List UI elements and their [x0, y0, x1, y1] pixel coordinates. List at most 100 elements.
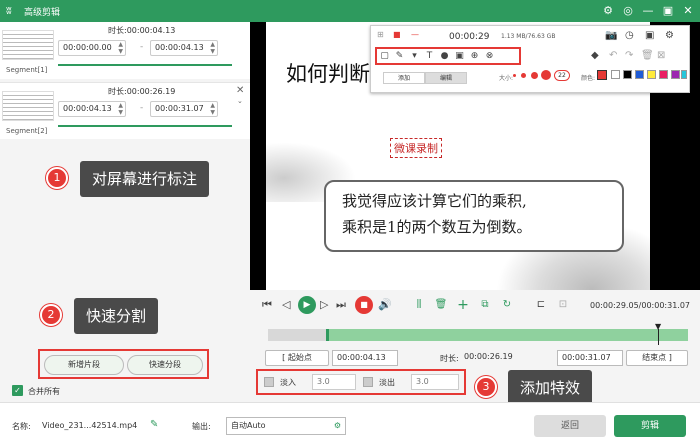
- range-dash: -: [140, 42, 144, 52]
- range-dash: -: [140, 103, 144, 113]
- font-size-value[interactable]: 22: [554, 70, 570, 81]
- add-segment-button[interactable]: 新增片段: [44, 355, 124, 375]
- segment-panel: Segment[1] 时长:00:00:04.13 00:00:00.00 ▲ ▼ …: [0, 22, 250, 402]
- briefcase-icon[interactable]: ▣: [645, 30, 654, 41]
- segment-item[interactable]: Segment[2] 时长:00:00:26.19 00:00:04.13 ▲ ▼ …: [0, 82, 250, 139]
- settings-icon[interactable]: ⚙: [665, 30, 674, 41]
- dropdown-icon[interactable]: ▾: [407, 49, 422, 63]
- start-point-button[interactable]: [ 起始点: [265, 350, 329, 366]
- annotation-tools-highlight: ▢ ✎ ▾ T ● ▣ ⊕ ⊗: [375, 47, 521, 65]
- color-swatch-white[interactable]: [611, 70, 620, 79]
- stop-button[interactable]: ■: [355, 296, 373, 314]
- spin-icon[interactable]: ▲ ▼: [118, 102, 123, 116]
- close-icon[interactable]: ✕: [236, 85, 244, 96]
- segment-item[interactable]: Segment[1] 时长:00:00:04.13 00:00:00.00 ▲ ▼ …: [0, 22, 250, 79]
- segment-start-input[interactable]: 00:00:00.00 ▲ ▼: [58, 40, 126, 56]
- size-dot-large[interactable]: [531, 72, 538, 79]
- image-tool-icon[interactable]: ▣: [452, 49, 467, 63]
- text-tool-icon[interactable]: T: [422, 49, 437, 63]
- start-time-field[interactable]: 00:00:04.13: [332, 350, 398, 366]
- marker-tool-icon[interactable]: ●: [437, 49, 452, 63]
- zoom-tool-icon[interactable]: ⊕: [467, 49, 482, 63]
- fade-in-input[interactable]: 3.0: [312, 374, 356, 390]
- pen-tool-icon[interactable]: ✎: [392, 49, 407, 63]
- tab-add[interactable]: 添加: [383, 72, 425, 84]
- fade-out-input[interactable]: 3.0: [411, 374, 459, 390]
- fit-icon[interactable]: ⊡: [556, 298, 570, 312]
- stop-record-icon[interactable]: ■: [393, 30, 401, 39]
- segment-progress: [58, 64, 232, 66]
- timeline-selection[interactable]: [326, 329, 688, 341]
- play-button[interactable]: ▶: [298, 296, 316, 314]
- copy-icon[interactable]: ⧉: [478, 298, 492, 312]
- callout-effects: 添加特效: [508, 370, 593, 406]
- maximize-button[interactable]: ▣: [660, 3, 676, 19]
- spotlight-tool-icon[interactable]: ⊗: [482, 49, 497, 63]
- redo-icon[interactable]: ↷: [625, 50, 633, 61]
- settings-icon[interactable]: ⚙: [334, 418, 341, 434]
- pin-icon[interactable]: ⊞: [377, 30, 384, 39]
- color-swatch-yellow[interactable]: [647, 70, 656, 79]
- delete-icon[interactable]: 🗑: [641, 50, 654, 61]
- color-swatch-red[interactable]: [597, 70, 607, 80]
- name-label: 名称:: [12, 422, 31, 431]
- minimize-button[interactable]: —: [640, 3, 656, 19]
- bottom-bar: 名称: Video_231...42514.mp4 ✎ 输出: 自动Auto ⚙ …: [0, 402, 700, 446]
- spin-icon[interactable]: ▲ ▼: [118, 41, 123, 55]
- quick-split-button[interactable]: 快速分段: [127, 355, 203, 375]
- skip-to-end-icon[interactable]: ⏭: [336, 298, 346, 312]
- segment-thumbnail: [2, 30, 54, 60]
- size-dot-xlarge[interactable]: [541, 70, 551, 80]
- color-swatch-blue[interactable]: [635, 70, 644, 79]
- end-point-button[interactable]: 结束点 ]: [626, 350, 688, 366]
- skip-to-start-icon[interactable]: ⏮: [262, 298, 272, 312]
- timeline-track[interactable]: [268, 329, 688, 341]
- fade-out-checkbox[interactable]: [363, 377, 373, 387]
- fade-in-checkbox[interactable]: [264, 377, 274, 387]
- camera-icon[interactable]: 📷: [605, 30, 617, 41]
- timeline-current-time: 00:00:29.05/00:00:31.07: [590, 301, 690, 310]
- add-icon[interactable]: +: [456, 298, 470, 312]
- size-label: 大小:: [499, 75, 514, 82]
- close-button[interactable]: ✕: [680, 3, 696, 19]
- edit-name-icon[interactable]: ✎: [150, 419, 158, 430]
- color-swatch-black[interactable]: [623, 70, 632, 79]
- segment-end-input[interactable]: 00:00:04.13 ▲ ▼: [150, 40, 218, 56]
- rectangle-tool-icon[interactable]: ▢: [377, 49, 392, 63]
- slide-title: 如何判断: [286, 62, 370, 86]
- record-time: 00:00:29: [449, 32, 490, 42]
- record-size: 1.13 MB/76.63 GB: [501, 33, 556, 40]
- target-icon[interactable]: ◎: [620, 3, 636, 19]
- duration-value: 00:00:26.19: [464, 352, 513, 361]
- eraser-icon[interactable]: ◆: [591, 50, 599, 61]
- step-forward-icon[interactable]: ▷: [320, 298, 328, 311]
- settings-icon[interactable]: ⚙: [600, 3, 616, 19]
- spin-icon[interactable]: ▲ ▼: [210, 102, 215, 116]
- segment-start-input[interactable]: 00:00:04.13 ▲ ▼: [58, 101, 126, 117]
- size-dot-medium[interactable]: [521, 73, 526, 78]
- size-dot-small[interactable]: [513, 74, 516, 77]
- split-icon[interactable]: ⫼: [412, 298, 426, 312]
- merge-all-label: 合并所有: [28, 387, 60, 396]
- chevron-down-icon[interactable]: ⌄: [237, 97, 243, 105]
- volume-icon[interactable]: 🔊: [378, 298, 392, 311]
- color-swatch-cyan[interactable]: [681, 70, 687, 79]
- output-select[interactable]: 自动Auto ⚙: [226, 417, 346, 435]
- refresh-icon[interactable]: ↻: [500, 298, 514, 312]
- trash-icon[interactable]: 🗑: [434, 298, 448, 312]
- step-back-icon[interactable]: ◁: [282, 298, 290, 311]
- segment-end-input[interactable]: 00:00:31.07 ▲ ▼: [150, 101, 218, 117]
- back-button[interactable]: 返回: [534, 415, 606, 437]
- color-swatch-purple[interactable]: [671, 70, 680, 79]
- clock-icon[interactable]: ◷: [625, 30, 634, 41]
- undo-icon[interactable]: ↶: [609, 50, 617, 61]
- tab-edit[interactable]: 编辑: [425, 72, 467, 84]
- crop-icon[interactable]: ⊏: [534, 298, 548, 312]
- clear-icon[interactable]: ⊠: [657, 50, 665, 61]
- merge-all-checkbox[interactable]: ✓: [12, 385, 23, 396]
- minimize-icon[interactable]: —: [411, 30, 419, 39]
- spin-icon[interactable]: ▲ ▼: [210, 41, 215, 55]
- end-time-field[interactable]: 00:00:31.07: [557, 350, 623, 366]
- color-swatch-pink[interactable]: [659, 70, 668, 79]
- edit-button[interactable]: 剪辑: [614, 415, 686, 437]
